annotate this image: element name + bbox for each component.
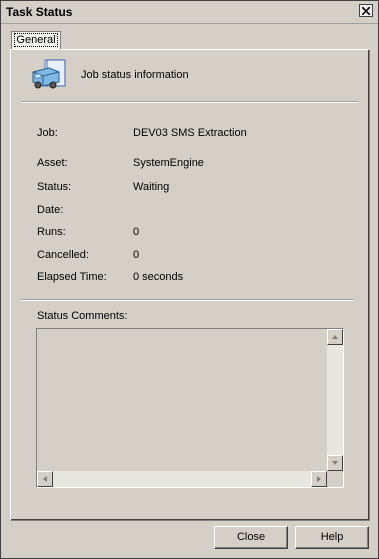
horizontal-scrollbar[interactable] [37, 471, 327, 487]
title-bar[interactable]: Task Status [1, 1, 378, 24]
close-button[interactable]: Close [214, 526, 288, 549]
date-label: Date: [37, 204, 64, 216]
runs-value: 0 [133, 226, 140, 238]
elapsed-time-label: Elapsed Time: [37, 271, 107, 283]
arrow-up-icon [332, 335, 338, 339]
scrollbar-corner [327, 471, 343, 487]
runs-label: Runs: [37, 226, 66, 238]
truck-document-icon [32, 59, 66, 89]
asset-label: Asset: [37, 157, 68, 169]
status-value: Waiting [133, 181, 170, 193]
title-close-button[interactable] [359, 4, 373, 17]
status-comments-textarea[interactable] [36, 328, 344, 488]
arrow-left-icon [43, 476, 47, 482]
header-separator [21, 101, 358, 103]
tab-general[interactable]: General [11, 31, 61, 49]
vertical-scrollbar[interactable] [327, 329, 343, 471]
scroll-right-button[interactable] [311, 471, 327, 487]
close-icon [362, 7, 370, 15]
task-status-dialog: Task Status General Job status informati… [0, 0, 379, 559]
arrow-right-icon [317, 476, 321, 482]
scroll-down-button[interactable] [327, 455, 343, 471]
arrow-down-icon [332, 461, 338, 465]
general-panel: Job status information Job: DEV03 SMS Ex… [10, 49, 370, 521]
job-value: DEV03 SMS Extraction [133, 127, 247, 139]
tab-general-label: General [14, 33, 58, 47]
scroll-left-button[interactable] [37, 471, 53, 487]
comments-separator [21, 299, 354, 301]
cancelled-value: 0 [133, 249, 140, 261]
scroll-up-button[interactable] [327, 329, 343, 345]
status-comments-label: Status Comments: [37, 310, 128, 322]
elapsed-time-value: 0 seconds [133, 271, 184, 283]
header-text: Job status information [81, 69, 189, 81]
status-label: Status: [37, 181, 72, 193]
cancelled-label: Cancelled: [37, 249, 89, 261]
window-title: Task Status [6, 5, 73, 19]
job-label: Job: [37, 127, 58, 139]
asset-value: SystemEngine [133, 157, 204, 169]
help-button[interactable]: Help [295, 526, 369, 549]
